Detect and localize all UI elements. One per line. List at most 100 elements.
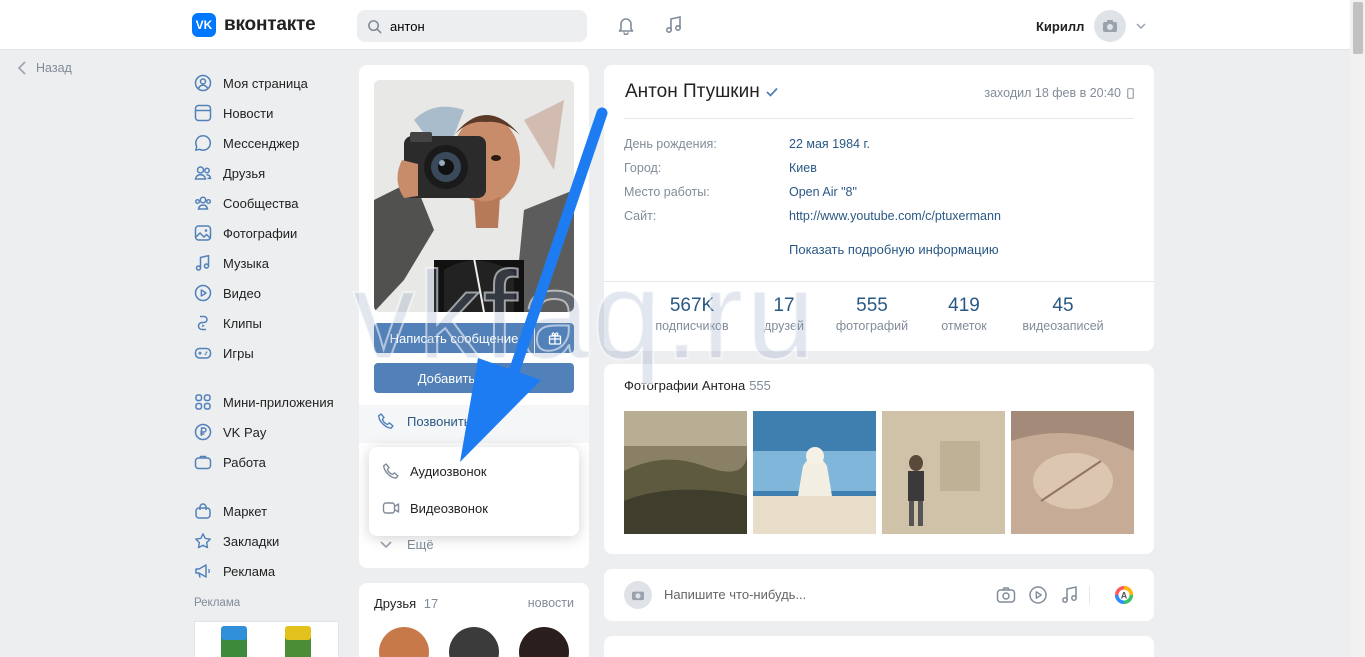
sidebar-item-label: Новости [223, 105, 274, 121]
verified-check-icon[interactable] [766, 87, 778, 97]
music-note-icon[interactable] [663, 14, 685, 36]
sidebar-item-label: VK Pay [223, 424, 267, 440]
last-seen-status: заходил 18 фев в 20:40 [984, 86, 1134, 100]
workplace-value[interactable]: Open Air "8" [789, 185, 857, 199]
counter-label: друзей [764, 319, 804, 333]
divider [624, 118, 1134, 119]
sidebar-item-label: Мессенджер [223, 135, 300, 151]
sidebar-item-mini-apps[interactable]: Мини-приложения [194, 387, 344, 417]
photo-thumbnail[interactable] [1011, 411, 1134, 534]
sidebar-item-work[interactable]: Работа [194, 447, 344, 477]
video-call-label: Видеозвонок [410, 500, 488, 516]
mobile-phone-icon [1127, 87, 1134, 99]
workplace-label: Место работы: [624, 185, 710, 199]
video-call-option[interactable]: Видеозвонок [382, 499, 488, 517]
send-gift-button[interactable] [535, 323, 574, 353]
news-feed-icon [194, 104, 212, 122]
friend-avatar[interactable] [449, 627, 499, 657]
profile-photo-image [374, 80, 574, 312]
friends-title-row[interactable]: Друзья 17 [374, 596, 438, 611]
counter-photos[interactable]: 555 фотографий [830, 295, 914, 333]
ad-banner[interactable] [194, 621, 339, 657]
sidebar-item-label: Маркет [223, 503, 268, 519]
photo-thumbnail[interactable] [882, 411, 1005, 534]
friend-avatar[interactable] [519, 627, 569, 657]
gamepad-icon [194, 347, 212, 359]
sidebar-item-messenger[interactable]: Мессенджер [194, 128, 344, 158]
profile-photo[interactable] [374, 80, 574, 312]
photos-title-row[interactable]: Фотографии Антона 555 [624, 378, 771, 393]
sidebar-item-label: Работа [223, 454, 266, 470]
sidebar-item-bookmarks[interactable]: Закладки [194, 526, 344, 556]
search-box[interactable] [357, 10, 587, 42]
photo-thumbnail[interactable] [753, 411, 876, 534]
sidebar-item-label: Музыка [223, 255, 269, 271]
sidebar-item-label: Клипы [223, 315, 262, 331]
shopping-bag-icon [195, 503, 211, 519]
friends-news-link[interactable]: новости [528, 596, 574, 610]
photos-count: 555 [749, 378, 771, 393]
back-link[interactable]: Назад [18, 61, 72, 75]
more-label: Ещё [407, 536, 434, 552]
sidebar-item-ads[interactable]: Реклама [194, 556, 344, 586]
audio-call-label: Аудиозвонок [410, 463, 487, 479]
ad-bottle-cap [221, 626, 247, 640]
counter-tags[interactable]: 419 отметок [932, 295, 996, 333]
sidebar-item-label: Фотографии [223, 225, 298, 241]
sidebar-item-clips[interactable]: Клипы [194, 308, 344, 338]
sidebar-item-communities[interactable]: Сообщества [194, 188, 344, 218]
call-button[interactable]: Позвонить [377, 412, 471, 430]
attach-video-icon[interactable] [1027, 584, 1049, 606]
user-menu[interactable]: Кирилл [1036, 10, 1146, 42]
attach-music-icon[interactable] [1059, 584, 1081, 606]
friends-card: Друзья 17 новости [359, 583, 589, 657]
clips-icon [197, 315, 208, 331]
notifications-bell-icon[interactable] [615, 14, 637, 36]
sidebar-item-label: Моя страница [223, 75, 308, 91]
sidebar-item-news[interactable]: Новости [194, 98, 344, 128]
counter-value: 17 [773, 295, 795, 316]
profile-counters: 567K подписчиков 17 друзей 555 фотографи… [604, 281, 1154, 351]
counter-value: 567K [669, 295, 715, 316]
sidebar-item-friends[interactable]: Друзья [194, 158, 344, 188]
counter-label: видеозаписей [1022, 319, 1104, 333]
phone-icon [383, 463, 399, 479]
megaphone-icon [195, 564, 210, 578]
profile-info-card: Антон Птушкин заходил 18 фев в 20:40 Ден… [604, 65, 1154, 351]
sidebar-item-market[interactable]: Маркет [194, 496, 344, 526]
counter-friends[interactable]: 17 друзей [756, 295, 812, 333]
show-details-link[interactable]: Показать подробную информацию [789, 242, 999, 257]
chevron-down-icon [380, 541, 392, 549]
add-friend-button[interactable]: Добавить в друзья [374, 363, 574, 393]
sidebar-item-vk-pay[interactable]: VK Pay [194, 417, 344, 447]
counter-label: подписчиков [655, 319, 729, 333]
page-scrollbar[interactable] [1350, 0, 1365, 657]
scrollbar-thumb[interactable] [1353, 2, 1363, 54]
new-post-input[interactable]: Напишите что-нибудь... [664, 587, 806, 602]
counter-value: 419 [948, 295, 980, 316]
counter-value: 555 [856, 295, 888, 316]
write-message-button[interactable]: Написать сообщение [374, 323, 534, 353]
friend-avatar[interactable] [379, 627, 429, 657]
attach-photo-icon[interactable] [995, 584, 1017, 606]
city-value[interactable]: Киев [789, 161, 817, 175]
marusia-assistant-icon[interactable]: A [1113, 584, 1135, 606]
sidebar-item-my-page[interactable]: Моя страница [194, 68, 344, 98]
sidebar-item-video[interactable]: Видео [194, 278, 344, 308]
avatar [624, 581, 652, 609]
vk-logo[interactable]: VK вконтакте [192, 13, 316, 37]
counter-videos[interactable]: 45 видеозаписей [1016, 295, 1110, 333]
more-actions-button[interactable]: Ещё [377, 535, 434, 553]
sidebar-item-music[interactable]: Музыка [194, 248, 344, 278]
photos-title: Фотографии Антона [624, 378, 746, 393]
search-input[interactable] [390, 18, 570, 34]
website-link[interactable]: http://www.youtube.com/c/ptuxermann [789, 209, 1001, 223]
sidebar-item-photos[interactable]: Фотографии [194, 218, 344, 248]
counter-label: фотографий [835, 319, 909, 333]
audio-call-option[interactable]: Аудиозвонок [382, 462, 487, 480]
photo-thumbnail[interactable] [624, 411, 747, 534]
counter-followers[interactable]: 567K подписчиков [650, 295, 734, 333]
sidebar-item-games[interactable]: Игры [194, 338, 344, 368]
music-icon [195, 254, 210, 271]
birthday-value[interactable]: 22 мая 1984 г. [789, 137, 870, 151]
